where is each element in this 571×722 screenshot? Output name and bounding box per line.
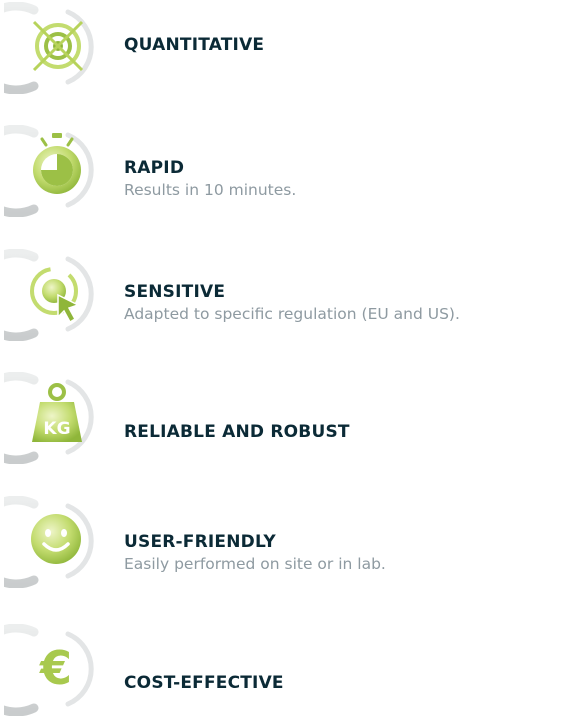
feature-cost-effective: € COST-EFFECTIVE <box>0 622 571 722</box>
feature-title: SENSITIVE <box>124 282 226 302</box>
feature-user-friendly: USER-FRIENDLY Easily performed on site o… <box>0 494 571 594</box>
feature-description: Results in 10 minutes. <box>124 181 297 199</box>
feature-text: QUANTITATIVE <box>124 35 571 56</box>
kg-weight-icon: KG <box>4 372 104 464</box>
feature-text: RAPID Results in 10 minutes. <box>124 158 571 201</box>
feature-title: USER-FRIENDLY <box>124 532 276 552</box>
kg-label: KG <box>43 419 70 439</box>
cursor-target-icon <box>4 249 104 341</box>
feature-title: RELIABLE AND ROBUST <box>124 422 350 442</box>
feature-title: COST-EFFECTIVE <box>124 673 284 693</box>
feature-text: COST-EFFECTIVE <box>124 673 571 694</box>
feature-description: Easily performed on site or in lab. <box>124 555 386 573</box>
feature-sensitive: SENSITIVE Adapted to specific regulation… <box>0 247 571 347</box>
euro-glyph: € <box>39 641 72 695</box>
feature-text: SENSITIVE Adapted to specific regulation… <box>124 282 571 325</box>
stopwatch-icon <box>4 125 104 217</box>
target-icon <box>4 2 104 94</box>
feature-rapid: RAPID Results in 10 minutes. <box>0 123 571 223</box>
feature-text: USER-FRIENDLY Easily performed on site o… <box>124 532 571 575</box>
smiley-icon <box>4 496 104 588</box>
feature-quantitative: QUANTITATIVE <box>0 0 571 100</box>
feature-list: QUANTITATIVE RAPID Results in 10 minutes… <box>0 0 571 721</box>
feature-title: QUANTITATIVE <box>124 35 265 55</box>
euro-icon: € <box>4 624 104 716</box>
feature-description: Adapted to specific regulation (EU and U… <box>124 305 460 323</box>
feature-text: RELIABLE AND ROBUST <box>124 422 571 443</box>
feature-reliable: KG RELIABLE AND ROBUST <box>0 370 571 470</box>
feature-title: RAPID <box>124 158 185 178</box>
